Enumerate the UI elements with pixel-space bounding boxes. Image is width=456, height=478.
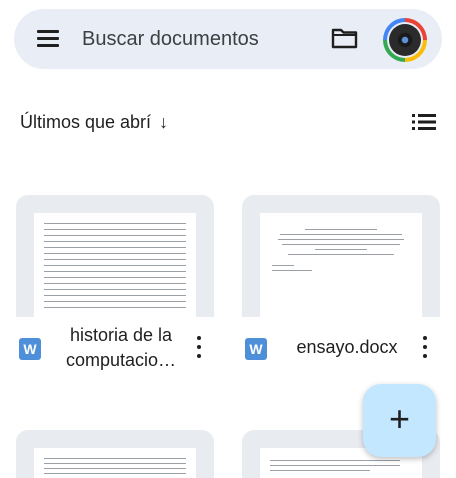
- file-thumbnail[interactable]: [16, 195, 214, 317]
- word-doc-icon: W: [19, 338, 41, 360]
- file-name: ensayo.docx: [296, 337, 398, 357]
- file-thumbnail[interactable]: [16, 430, 214, 478]
- avatar[interactable]: [383, 18, 427, 62]
- file-card[interactable]: W ensayo.docx: [242, 195, 440, 381]
- document-preview: [260, 213, 422, 317]
- more-vert-icon[interactable]: [196, 336, 202, 360]
- search-bar[interactable]: Buscar documentos: [14, 9, 442, 69]
- file-card[interactable]: [16, 430, 214, 478]
- document-preview: [34, 448, 196, 478]
- file-card[interactable]: W historia de la computacio…: [16, 195, 214, 381]
- plus-icon: +: [388, 398, 411, 439]
- avatar-image: [389, 24, 421, 56]
- new-document-button[interactable]: +: [363, 384, 436, 457]
- file-thumbnail[interactable]: [242, 195, 440, 317]
- list-view-icon[interactable]: [412, 114, 436, 130]
- arrow-down-icon[interactable]: ↓: [159, 112, 168, 133]
- word-doc-icon: W: [245, 338, 267, 360]
- menu-icon[interactable]: [37, 30, 59, 48]
- sort-selector[interactable]: Últimos que abrí ↓: [20, 110, 168, 134]
- search-placeholder[interactable]: Buscar documentos: [82, 27, 259, 51]
- document-preview: [34, 213, 196, 317]
- more-vert-icon[interactable]: [422, 336, 428, 360]
- folder-icon[interactable]: [331, 27, 358, 49]
- file-name: historia de la computacio…: [65, 325, 177, 370]
- sort-label: Últimos que abrí: [20, 111, 152, 132]
